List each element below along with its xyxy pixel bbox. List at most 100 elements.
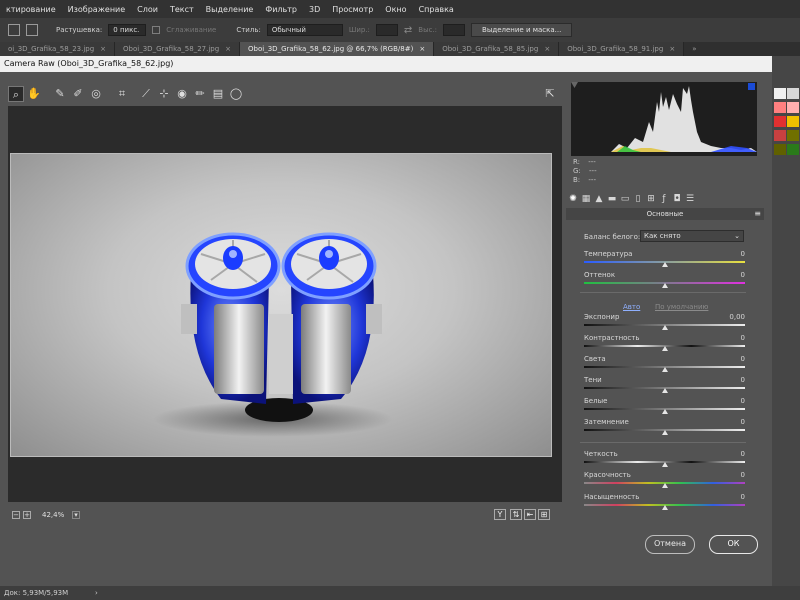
swatch[interactable] [774, 144, 786, 155]
swatch[interactable] [787, 116, 799, 127]
red-eye-tool-icon[interactable]: ◉ [174, 86, 190, 102]
radial-filter-icon[interactable]: ◯ [228, 86, 244, 102]
doc-tab[interactable]: Oboi_3D_Grafika_58_27.jpg × [115, 42, 241, 56]
shadow-clipping-icon[interactable] [571, 82, 578, 88]
menu-image[interactable]: Изображение [62, 5, 132, 14]
exposure-slider-thumb[interactable] [661, 325, 668, 330]
default-link[interactable]: По умолчанию [655, 303, 708, 311]
highlights-slider-thumb[interactable] [661, 367, 668, 372]
feather-input[interactable]: 0 пикс. [108, 24, 147, 36]
style-select[interactable]: Обычный [266, 24, 343, 36]
spot-removal-tool-icon[interactable]: ⊹ [156, 86, 172, 102]
menu-window[interactable]: Окно [379, 5, 412, 14]
saturation-value[interactable]: 0 [715, 493, 745, 501]
close-icon[interactable]: × [419, 42, 425, 56]
menu-select[interactable]: Выделение [200, 5, 260, 14]
add-selection-icon[interactable] [26, 24, 38, 36]
status-arrow-icon[interactable]: › [95, 586, 98, 600]
select-mask-button[interactable]: Выделение и маска... [471, 23, 573, 37]
before-after-toggle-icon[interactable]: Y [494, 509, 506, 520]
swatch[interactable] [787, 102, 799, 113]
adjustment-brush-icon[interactable]: ✏ [192, 86, 208, 102]
split-toning-icon[interactable]: ▭ [620, 194, 630, 204]
contrast-slider-thumb[interactable] [661, 346, 668, 351]
panel-menu-icon[interactable]: ≡ [754, 208, 761, 220]
doc-tab[interactable]: oi_3D_Grafika_58_23.jpg × [0, 42, 116, 56]
menu-layers[interactable]: Слои [131, 5, 164, 14]
ok-button[interactable]: ОК [709, 535, 758, 554]
temperature-slider-thumb[interactable] [661, 262, 668, 267]
menu-3d[interactable]: 3D [303, 5, 326, 14]
smooth-checkbox[interactable] [152, 26, 161, 34]
menu-help[interactable]: Справка [413, 5, 460, 14]
swatch[interactable] [774, 88, 786, 99]
hand-tool-icon[interactable]: ✋ [26, 86, 42, 102]
hsl-icon[interactable]: ▬ [607, 194, 617, 204]
new-selection-icon[interactable] [8, 24, 20, 36]
doc-tab[interactable]: Oboi_3D_Grafika_58_85.jpg × [434, 42, 560, 56]
blacks-slider-thumb[interactable] [661, 430, 668, 435]
swatch[interactable] [774, 116, 786, 127]
color-sampler-tool-icon[interactable]: ✐ [70, 86, 86, 102]
graduated-filter-icon[interactable]: ▤ [210, 86, 226, 102]
straighten-tool-icon[interactable]: ⟋ [138, 86, 154, 102]
clarity-slider-thumb[interactable] [661, 462, 668, 467]
menu-filter[interactable]: Фильтр [259, 5, 303, 14]
swap-icon[interactable]: ⇄ [404, 25, 412, 36]
clarity-value[interactable]: 0 [715, 450, 745, 458]
close-icon[interactable]: × [669, 42, 675, 56]
vibrance-slider-thumb[interactable] [661, 483, 668, 488]
copy-settings-icon[interactable]: ⇤ [524, 509, 536, 520]
tint-slider-thumb[interactable] [661, 283, 668, 288]
detail-icon[interactable]: ▲ [594, 194, 604, 204]
highlights-value[interactable]: 0 [715, 355, 745, 363]
transform-icon[interactable]: ⊞ [646, 194, 656, 204]
blacks-value[interactable]: 0 [715, 418, 745, 426]
targeted-adjust-tool-icon[interactable]: ◎ [88, 86, 104, 102]
zoom-tool-icon[interactable]: ⌕ [8, 86, 24, 102]
basic-panel-icon[interactable]: ✺ [568, 194, 578, 204]
menu-type[interactable]: Текст [164, 5, 200, 14]
height-input[interactable] [443, 24, 466, 36]
saturation-slider-thumb[interactable] [661, 505, 668, 510]
zoom-in-icon[interactable]: + [23, 511, 31, 519]
effects-icon[interactable]: ƒ [659, 194, 669, 204]
swap-before-after-icon[interactable]: ⇅ [510, 509, 522, 520]
tone-curve-icon[interactable]: ▦ [581, 194, 591, 204]
width-input[interactable] [375, 24, 398, 36]
swatch[interactable] [774, 102, 786, 113]
tint-value[interactable]: 0 [715, 271, 745, 279]
zoom-level[interactable]: 42,4% [42, 511, 64, 519]
doc-tab[interactable]: Oboi_3D_Grafika_58_91.jpg × [559, 42, 685, 56]
whites-slider-thumb[interactable] [661, 409, 668, 414]
tabs-overflow-icon[interactable]: » [684, 42, 705, 56]
doc-tab-active[interactable]: Oboi_3D_Grafika_58_62.jpg @ 66,7% (RGB/8… [240, 42, 435, 56]
camera-calibration-icon[interactable]: ◘ [672, 194, 682, 204]
close-icon[interactable]: × [544, 42, 550, 56]
swatch[interactable] [787, 130, 799, 141]
zoom-out-icon[interactable]: − [12, 511, 20, 519]
lens-corrections-icon[interactable]: ▯ [633, 194, 643, 204]
shadows-slider-thumb[interactable] [661, 388, 668, 393]
close-icon[interactable]: × [225, 42, 231, 56]
menu-edit[interactable]: ктирование [0, 5, 62, 14]
zoom-dropdown-icon[interactable]: ▾ [72, 511, 80, 519]
menu-view[interactable]: Просмотр [326, 5, 379, 14]
auto-link[interactable]: Авто [623, 303, 640, 311]
white-balance-tool-icon[interactable]: ✎ [52, 86, 68, 102]
crop-tool-icon[interactable]: ⌗ [114, 86, 130, 102]
presets-icon[interactable]: ☰ [685, 194, 695, 204]
close-icon[interactable]: × [100, 42, 106, 56]
swatch[interactable] [787, 88, 799, 99]
temperature-value[interactable]: 0 [715, 250, 745, 258]
toggle-preview-icon[interactable]: ⊞ [538, 509, 550, 520]
cancel-button[interactable]: Отмена [645, 535, 695, 554]
swatch[interactable] [774, 130, 786, 141]
contrast-value[interactable]: 0 [715, 334, 745, 342]
shadows-value[interactable]: 0 [715, 376, 745, 384]
open-preferences-icon[interactable]: ⇱ [542, 86, 558, 102]
vibrance-value[interactable]: 0 [715, 471, 745, 479]
whites-value[interactable]: 0 [715, 397, 745, 405]
highlight-clipping-icon[interactable] [748, 83, 755, 90]
swatch[interactable] [787, 144, 799, 155]
